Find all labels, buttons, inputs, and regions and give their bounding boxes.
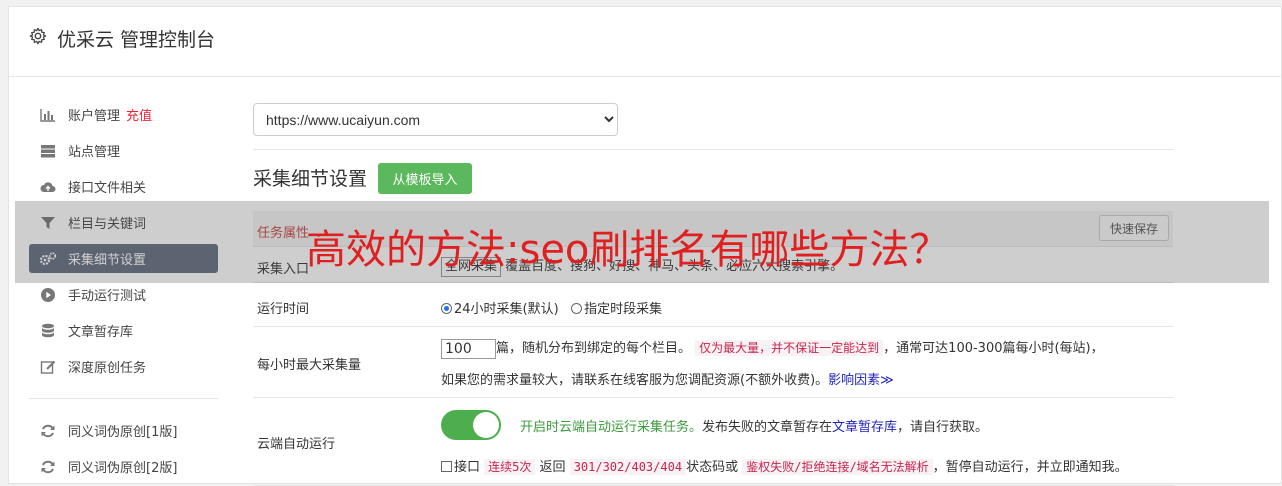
row-label: 每小时最大采集量 [257,358,362,373]
sidebar-item-synonym-v2[interactable]: 同义词伪原创[2版] [29,452,218,481]
factors-link[interactable]: 影响因素≫ [828,373,894,388]
cloud-auto-toggle[interactable] [441,410,501,440]
cloud-text4: 状态码或 [686,460,739,475]
row-max-per-hour: 每小时最大采集量 100 篇，随机分布到绑定的每个栏目。 仅为最大量，并不保证一定… [253,327,1173,398]
sidebar-item-label: 同义词伪原创[2版] [68,461,178,476]
max-code: 仅为最大量，并不保证一定能达到 [695,340,884,356]
radio-scheduled[interactable] [571,303,583,314]
sidebar-item-deep-original[interactable]: 深度原创任务 [29,352,218,381]
cloud-text3: 返回 [539,460,566,475]
cloud-text2: ，请自行获取。 [897,420,989,435]
refresh-icon [39,423,57,439]
row-value-line2: 如果您的需求量较大，请联系在线客服为您调配资源(不额外收费)。影响因素≫ [441,369,894,388]
row-label: 运行时间 [257,302,310,317]
gear-icon [29,27,47,45]
toggle-knob [473,412,499,438]
sidebar-item-interface[interactable]: 接口文件相关 [29,172,218,201]
pause-checkbox[interactable] [441,461,452,472]
expand-icon: ≫ [880,373,894,388]
row-value: 24小时采集(默认) 指定时段采集 [441,298,662,317]
sidebar-item-label: 手动运行测试 [68,289,147,304]
radio-24h[interactable] [441,303,452,314]
row-value-line1: 100 篇，随机分布到绑定的每个栏目。 仅为最大量，并不保证一定能达到 ，通常可达1… [441,337,1104,359]
sidebar-item-label: 接口文件相关 [68,181,147,196]
cloud-upload-icon [39,179,57,195]
header: 优采云 管理控制台 [9,7,1281,77]
max-text1: 篇，随机分布到绑定的每个栏目。 [496,341,692,356]
radio-scheduled-label: 指定时段采集 [584,302,663,317]
page-title: 优采云 管理控制台 [57,29,216,51]
row-runtime: 运行时间 24小时采集(默认) 指定时段采集 [253,283,1173,327]
factors-link-label: 影响因素 [828,373,881,388]
overlay-headline: 高效的方法:seo刷排名有哪些方法？ [306,227,950,273]
sidebar-item-label: 站点管理 [68,145,121,160]
sidebar-item-synonym-v1[interactable]: 同义词伪原创[1版] [29,416,218,445]
section-title: 采集细节设置 [253,168,368,190]
cloud-text5: ，暂停自动运行，并立即通知我。 [932,460,1128,475]
code-status: 301/302/403/404 [569,459,687,475]
sidebar-item-label: 账户管理 [68,109,121,124]
site-select[interactable]: https://www.ucaiyun.com [253,103,618,136]
row-label: 云端自动运行 [257,437,336,452]
edit-icon [39,359,57,375]
max-text3: 如果您的需求量较大，请联系在线客服为您调配资源(不额外收费)。 [441,373,829,388]
article-store-link[interactable]: 文章暂存库 [832,420,897,435]
code-auth-fail: 鉴权失败/拒绝连接/域名无法解析 [742,459,933,475]
recharge-link[interactable]: 充值 [126,105,152,124]
sidebar-item-account[interactable]: 账户管理 充值 [29,100,218,129]
play-circle-icon [39,287,57,303]
max-text2: ，通常可达100-300篇每小时(每站)， [883,341,1104,356]
radio-24h-label: 24小时采集(默认) [454,302,559,317]
max-per-hour-input[interactable]: 100 [441,338,496,359]
sidebar-item-manual-run[interactable]: 手动运行测试 [29,280,218,309]
row-cloud-auto: 云端自动运行 开启时云端自动运行采集任务。发布失败的文章暂存在文章暂存库，请自行… [253,398,1173,486]
server-icon [39,143,57,159]
chk-label: 接口 [454,460,481,475]
sidebar-item-label: 文章暂存库 [68,325,134,340]
sidebar-divider [29,398,218,399]
cloud-green-text: 开启时云端自动运行采集任务。 [520,420,703,435]
sidebar-item-label: 深度原创任务 [68,361,147,376]
code-5times: 连续5次 [484,459,536,475]
cloud-text1: 发布失败的文章暂存在 [702,420,833,435]
divider [253,149,1173,150]
cloud-line2: 接口 连续5次 返回 301/302/403/404 状态码或 鉴权失败/拒绝连接… [441,456,1128,475]
sidebar-item-label: 同义词伪原创[1版] [68,425,178,440]
database-icon [39,323,57,339]
sidebar-item-article-store[interactable]: 文章暂存库 [29,316,218,345]
import-template-button[interactable]: 从模板导入 [378,163,472,194]
sidebar-item-sites[interactable]: 站点管理 [29,136,218,165]
cloud-desc: 开启时云端自动运行采集任务。发布失败的文章暂存在文章暂存库，请自行获取。 [520,416,988,435]
refresh-icon [39,459,57,475]
bar-chart-icon [39,107,57,123]
